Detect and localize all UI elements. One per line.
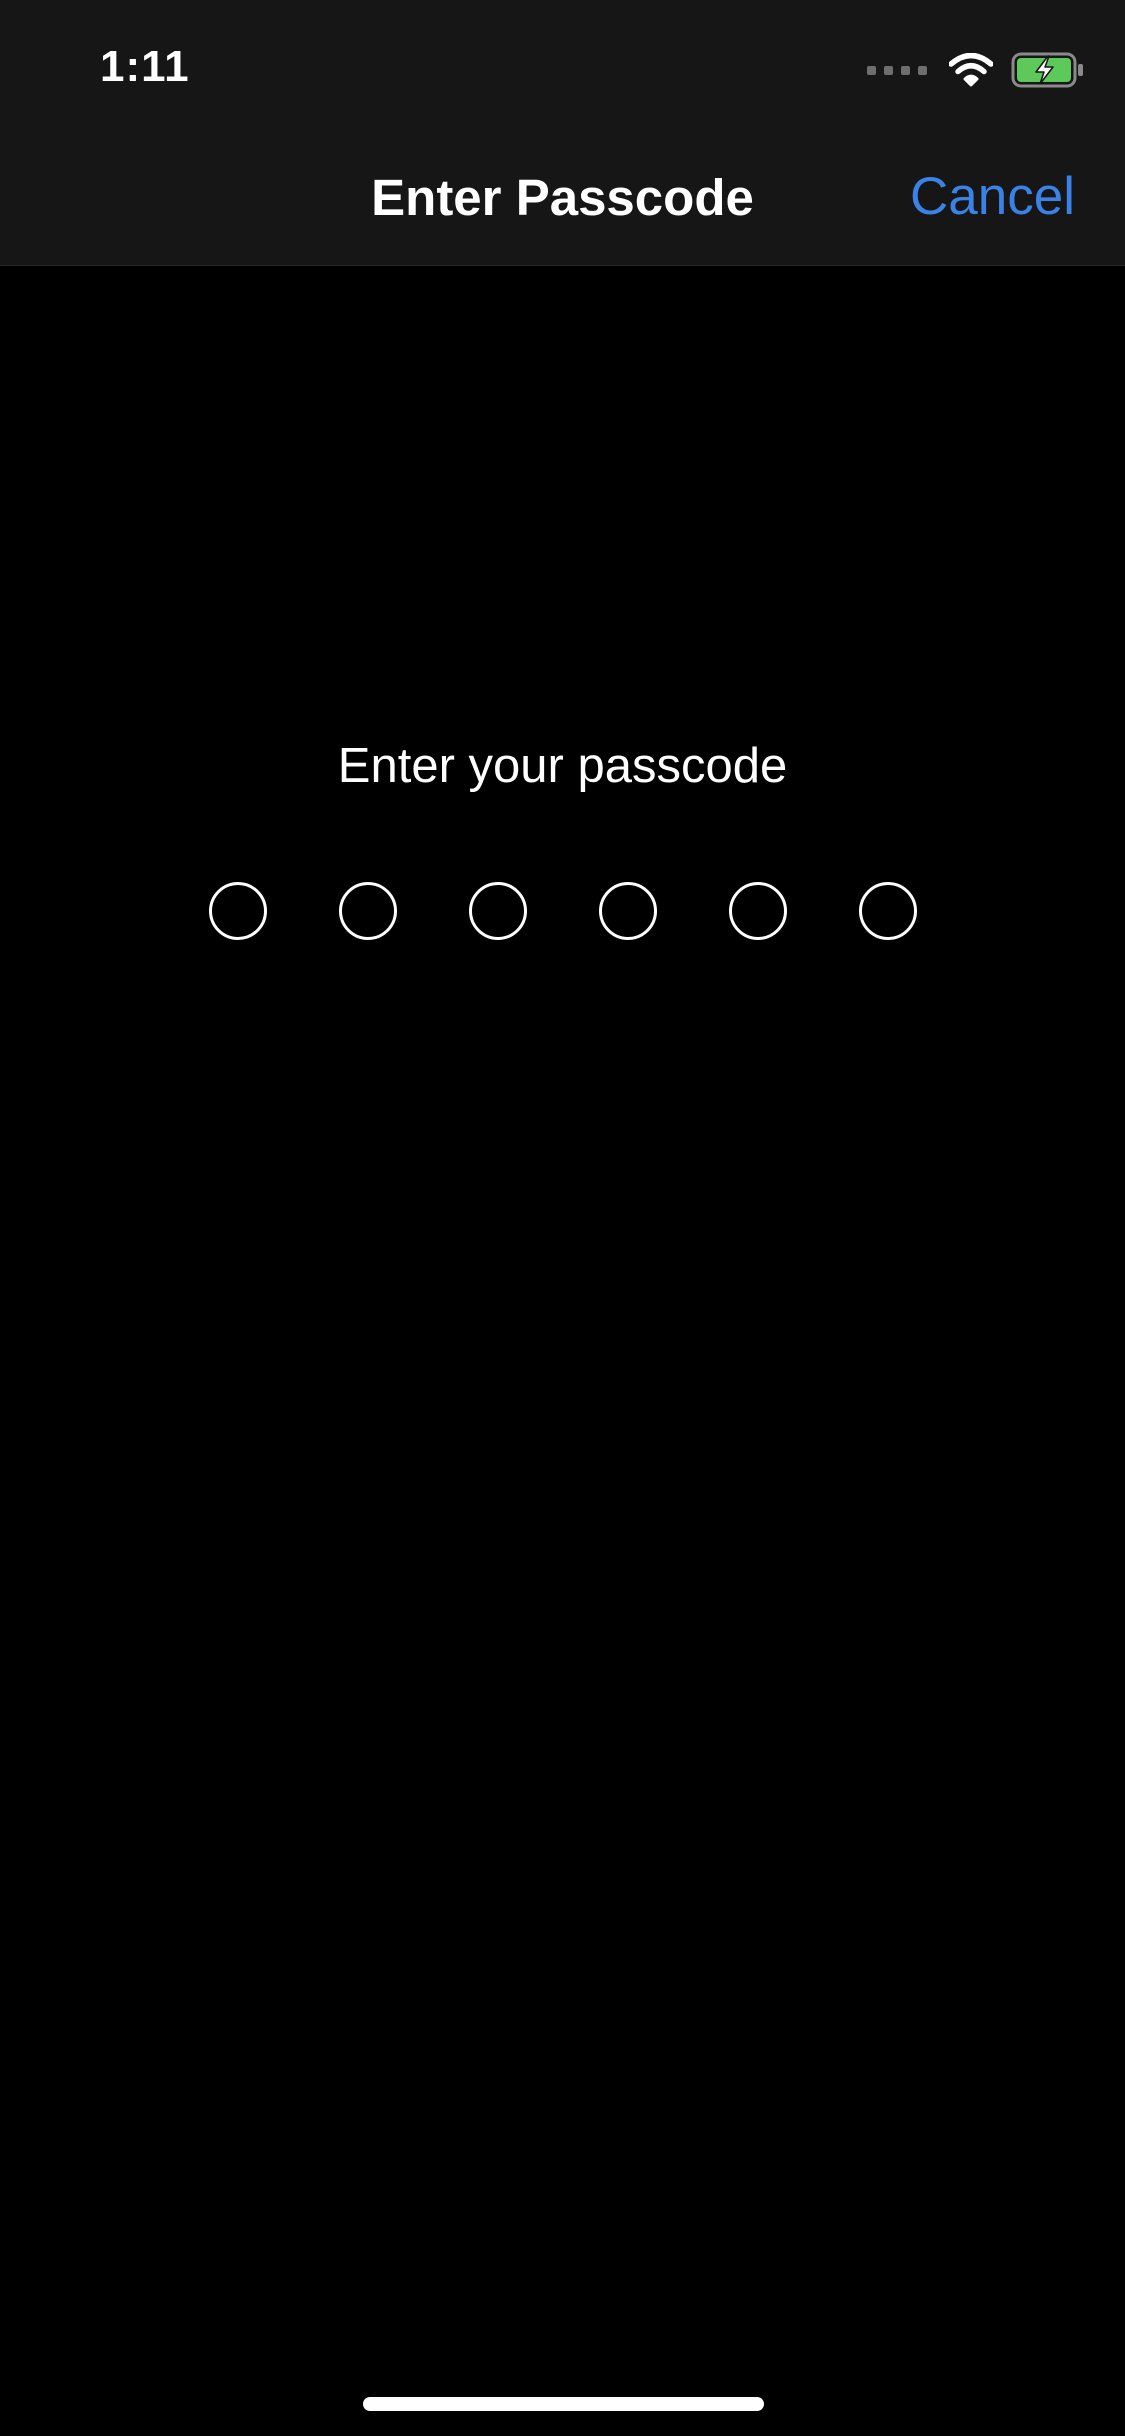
passcode-dot xyxy=(859,882,917,940)
passcode-dot xyxy=(729,882,787,940)
passcode-dots[interactable] xyxy=(0,882,1125,940)
passcode-dot xyxy=(209,882,267,940)
passcode-dot xyxy=(599,882,657,940)
home-indicator[interactable] xyxy=(363,2397,764,2411)
cellular-signal-icon xyxy=(867,65,927,75)
status-time: 1:11 xyxy=(100,42,190,91)
battery-charging-icon xyxy=(1011,52,1083,88)
wifi-icon xyxy=(949,53,993,87)
passcode-dot xyxy=(339,882,397,940)
top-bar: 1:11 Enter Passcode Cancel xyxy=(0,0,1125,266)
cancel-button[interactable]: Cancel xyxy=(910,166,1075,227)
status-icons xyxy=(867,50,1085,90)
passcode-prompt: Enter your passcode xyxy=(337,739,788,793)
passcode-dot xyxy=(469,882,527,940)
